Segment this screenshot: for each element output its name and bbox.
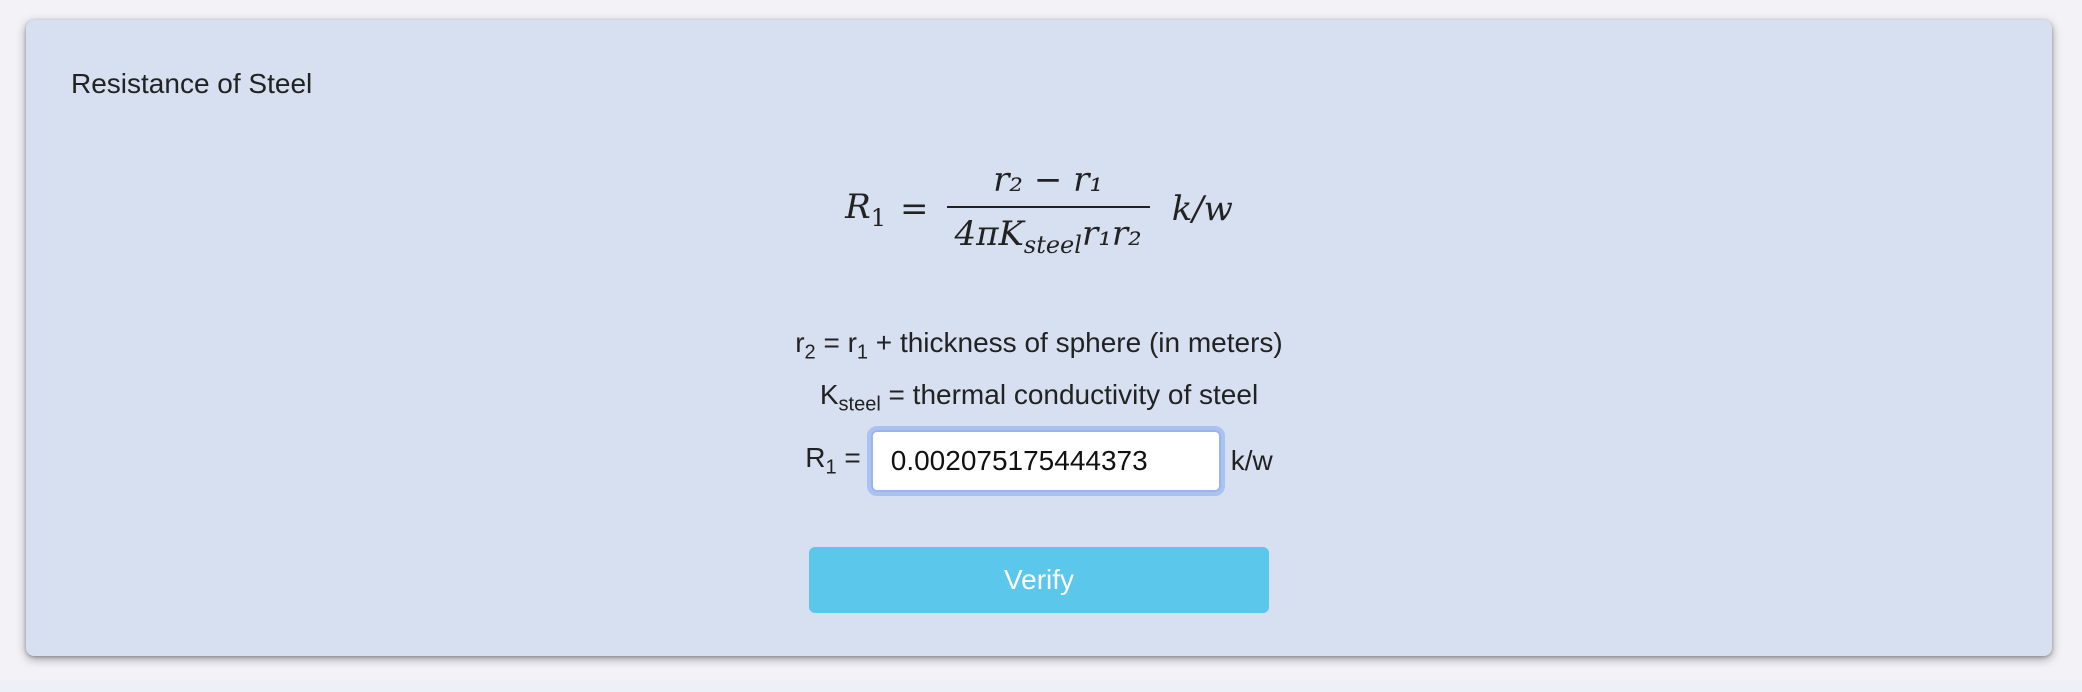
r2-description: r2 = r1 + thickness of sphere (in meters… [795,327,1283,364]
answer-unit: k/w [1230,445,1273,476]
formula-equals: = [900,189,929,230]
verify-button[interactable]: Verify [809,547,1269,613]
resistance-formula: R1 = r₂ − r₁ 4πKsteelr₁r₂ k/w [26,160,2052,259]
variable-descriptions: r2 = r1 + thickness of sphere (in meters… [26,322,2052,425]
formula-unit: k/w [1171,189,1233,230]
resistance-card: Resistance of Steel R1 = r₂ − r₁ 4πKstee… [26,20,2052,656]
formula-numerator: r₂ − r₁ [993,160,1104,200]
resistance-answer-input[interactable] [866,426,1225,496]
ksteel-description: Ksteel = thermal conductivity of steel [819,378,1259,416]
page-bottom-strip [0,680,2082,692]
formula-lhs: R1 [845,187,886,232]
card-title: Resistance of Steel [71,68,313,99]
answer-row: R1 = k/w [26,426,2052,496]
formula-fraction: r₂ − r₁ 4πKsteelr₁r₂ [946,160,1150,259]
formula-denominator: 4πKsteelr₁r₂ [954,214,1142,259]
answer-label: R1 = [805,442,861,479]
